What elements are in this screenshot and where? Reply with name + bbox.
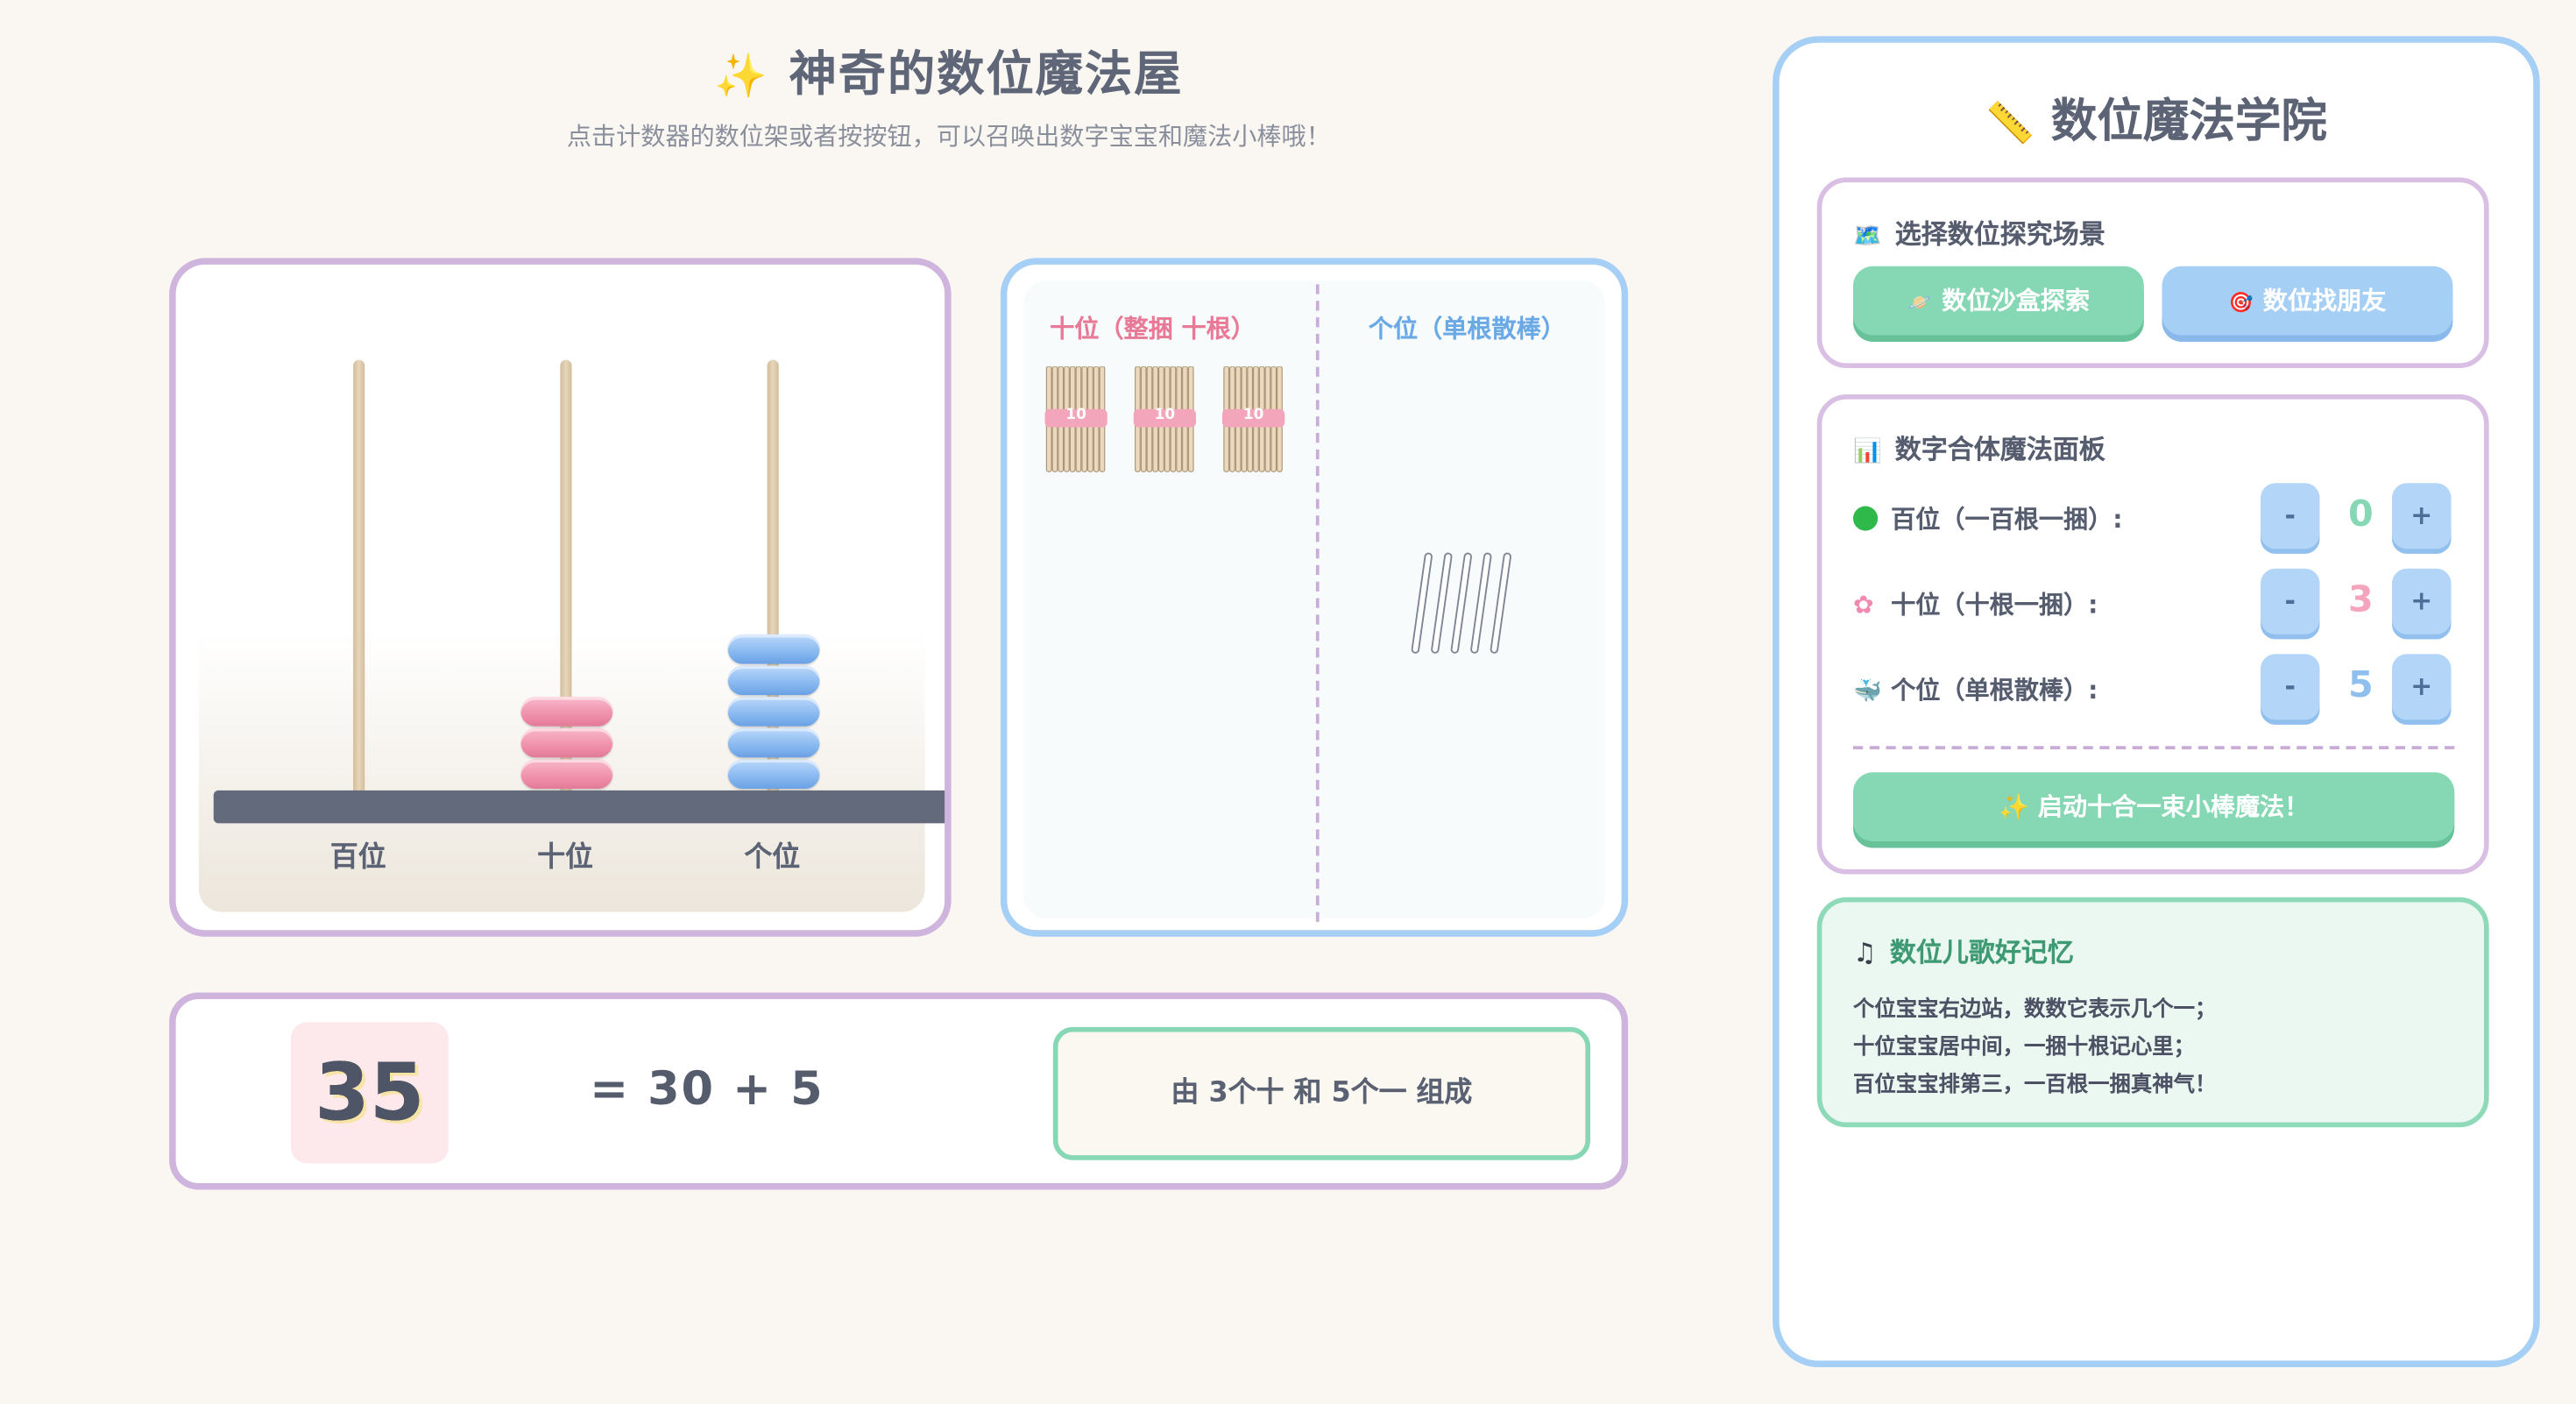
rod-hundreds[interactable] <box>353 359 365 798</box>
find-friends-button[interactable]: 🎯 数位找朋友 <box>2162 266 2453 336</box>
sandbox-explore-label: 数位沙盒探索 <box>1942 286 2090 316</box>
page-subtitle: 点击计数器的数位架或者按按钮，可以召唤出数字宝宝和魔法小棒哦！ <box>566 121 1331 152</box>
abacus-bead[interactable] <box>726 665 819 696</box>
tens-value: 3 <box>2348 579 2374 621</box>
bundle-label: 10 <box>1154 408 1176 424</box>
map-icon: 🗺️ <box>1853 223 1882 250</box>
sandbox-explore-button[interactable]: 🪐 数位沙盒探索 <box>1853 266 2144 336</box>
ones-value: 5 <box>2348 665 2374 707</box>
ruler-icon: 📏 <box>1985 100 2035 146</box>
stick-bundle: 10 <box>1044 365 1109 475</box>
green-dot-icon <box>1853 506 1879 531</box>
scene-section: 🗺️ 选择数位探究场景 🪐 数位沙盒探索 🎯 数位找朋友 <box>1816 177 2489 368</box>
rod-label-tens: 十位 <box>537 841 593 875</box>
hundreds-row-text: 百位（一百根一捆）: <box>1891 504 2123 535</box>
abacus-bead[interactable] <box>520 727 612 758</box>
scene-section-title-text: 选择数位探究场景 <box>1894 218 2105 250</box>
current-number: 35 <box>290 1022 449 1164</box>
scene-section-title: 🗺️ 选择数位探究场景 <box>1853 212 2105 252</box>
rhyme-title-text: 数位儿歌好记忆 <box>1889 936 2074 968</box>
abacus-base <box>213 790 945 824</box>
sticks-area <box>1023 280 1605 919</box>
sticks-divider <box>1315 284 1320 922</box>
tens-minus-button[interactable]: - <box>2261 568 2320 635</box>
combine-section: 📊 数字合体魔法面板 百位（一百根一捆）: - 0 + ✿ 十位（十根一捆）: - … <box>1816 394 2489 875</box>
rhyme-section: ♫ 数位儿歌好记忆 个位宝宝右边站，数数它表示几个一； 十位宝宝居中间，一捆十根记… <box>1816 897 2489 1128</box>
rod-label-ones: 个位 <box>744 841 801 875</box>
ones-row-text: 个位（单根散棒）: <box>1891 675 2098 706</box>
rhyme-line: 个位宝宝右边站，数数它表示几个一； <box>1853 997 2217 1023</box>
combine-divider <box>1853 746 2455 749</box>
bundle-label: 10 <box>1065 408 1086 424</box>
hundreds-value: 0 <box>2348 494 2374 536</box>
abacus-bead[interactable] <box>726 759 819 789</box>
stick-bundle: 10 <box>1132 365 1198 475</box>
abacus-bead[interactable] <box>726 727 819 758</box>
find-friends-label: 数位找朋友 <box>2262 286 2387 316</box>
sparkles-icon: ✨ <box>714 53 769 103</box>
abacus-bead[interactable] <box>726 697 819 727</box>
hundreds-plus-button[interactable]: + <box>2392 483 2452 550</box>
combine-section-title-text: 数字合体魔法面板 <box>1894 434 2105 465</box>
rhyme-line: 百位宝宝排第三，一百根一捆真神气！ <box>1853 1073 2217 1098</box>
rod-label-hundreds: 百位 <box>329 841 386 875</box>
ones-plus-button[interactable]: + <box>2392 654 2452 720</box>
music-note-icon: ♫ <box>1853 936 1877 968</box>
tens-row-label: ✿ 十位（十根一捆）: <box>1853 586 2098 620</box>
panel-title-text: 数位魔法学院 <box>2050 93 2327 148</box>
combine-section-title: 📊 数字合体魔法面板 <box>1853 428 2105 467</box>
composition-text: 由 3个十 和 5个一 组成 <box>1052 1026 1590 1160</box>
tens-column-title: 十位（整捆 十根） <box>1050 314 1256 344</box>
ones-column-title: 个位（单根散棒） <box>1368 314 1566 344</box>
rhyme-line: 十位宝宝居中间，一捆十根记心里； <box>1853 1035 2196 1060</box>
control-panel: 📏 数位魔法学院 🗺️ 选择数位探究场景 🪐 数位沙盒探索 🎯 数位找朋友 📊 数字合体魔… <box>1773 36 2540 1367</box>
equation-bar: 35 = 30 + 5 由 3个十 和 5个一 组成 <box>169 992 1629 1190</box>
page-title-text: 神奇的数位魔法屋 <box>789 46 1184 103</box>
abacus-bead[interactable] <box>726 634 819 664</box>
whale-icon: 🐳 <box>1853 678 1882 706</box>
flower-icon: ✿ <box>1853 590 1874 620</box>
hundreds-row-label: 百位（一百根一捆）: <box>1853 501 2123 535</box>
tens-plus-button[interactable]: + <box>2392 568 2452 635</box>
ones-minus-button[interactable]: - <box>2261 654 2320 720</box>
expanded-form: = 30 + 5 <box>590 1061 824 1117</box>
abacus-card: 百位 十位 个位 <box>169 258 952 937</box>
bar-chart-icon: 📊 <box>1853 438 1882 465</box>
sticks-card: 十位（整捆 十根） 个位（单根散棒） 10 10 10 <box>1000 258 1629 937</box>
bundle-magic-button[interactable]: ✨ 启动十合一束小棒魔法！ <box>1853 772 2455 841</box>
rhyme-title: ♫ 数位儿歌好记忆 <box>1853 930 2074 969</box>
abacus-frame: 百位 十位 个位 <box>198 287 945 912</box>
stick-bundle: 10 <box>1221 365 1286 475</box>
tens-row-text: 十位（十根一捆）: <box>1891 590 2098 620</box>
ones-row-label: 🐳 个位（单根散棒）: <box>1853 672 2098 706</box>
abacus-bead[interactable] <box>520 697 612 727</box>
panel-title: 📏 数位魔法学院 <box>1780 86 2534 152</box>
page-title: ✨ 神奇的数位魔法屋 <box>0 36 1898 105</box>
abacus-bead[interactable] <box>520 759 612 789</box>
planet-icon: 🪐 <box>1907 290 1932 315</box>
target-icon: 🎯 <box>2228 290 2254 315</box>
hundreds-minus-button[interactable]: - <box>2261 483 2320 550</box>
bundle-label: 10 <box>1242 408 1264 424</box>
